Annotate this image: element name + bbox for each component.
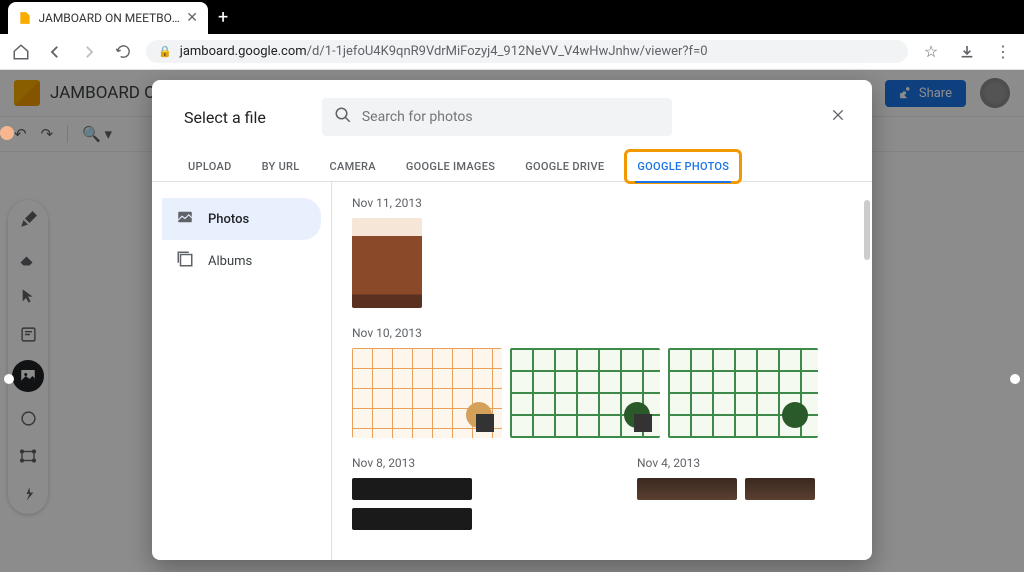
annotation-dot xyxy=(0,126,14,140)
search-icon xyxy=(334,106,352,128)
modal-title: Select a file xyxy=(184,108,266,127)
tab-google-images[interactable]: GOOGLE IMAGES xyxy=(404,152,497,181)
modal-sidebar: Photos Albums xyxy=(152,182,332,560)
photo-thumbnail[interactable] xyxy=(637,478,737,500)
photo-grid[interactable]: Nov 11, 2013 Nov 10, 2013 Nov 8, xyxy=(332,182,872,560)
tab-by-url[interactable]: BY URL xyxy=(260,152,302,181)
modal-tabs: UPLOAD BY URL CAMERA GOOGLE IMAGES GOOGL… xyxy=(152,146,872,182)
sidebar-item-photos[interactable]: Photos xyxy=(162,198,321,240)
photo-thumbnail[interactable] xyxy=(352,478,472,500)
search-field[interactable] xyxy=(322,98,672,136)
highlight-annotation: GOOGLE PHOTOS xyxy=(624,149,742,184)
jamboard-favicon-icon xyxy=(18,10,33,26)
tab-title: JAMBOARD ON MEETBOARD xyxy=(39,11,181,25)
photo-thumbnail[interactable] xyxy=(352,508,472,530)
tab-close-icon[interactable]: ✕ xyxy=(186,10,198,26)
photos-icon xyxy=(176,208,194,230)
date-header: Nov 10, 2013 xyxy=(352,326,852,340)
photo-thumbnail[interactable] xyxy=(352,218,422,308)
url-text: jamboard.google.com/d/1-1jefoU4K9qnR9Vdr… xyxy=(180,44,708,59)
photo-thumbnail[interactable] xyxy=(510,348,660,438)
scrollbar[interactable] xyxy=(864,200,870,260)
new-tab-button[interactable]: + xyxy=(218,7,228,28)
download-icon[interactable] xyxy=(956,41,978,63)
photo-thumbnail[interactable] xyxy=(745,478,815,500)
sidebar-label: Albums xyxy=(208,254,252,269)
bookmark-star-icon[interactable]: ☆ xyxy=(920,41,942,63)
browser-tab[interactable]: JAMBOARD ON MEETBOARD ✕ xyxy=(8,2,208,34)
frame-indicator-right[interactable] xyxy=(1010,374,1020,384)
photo-thumbnail[interactable] xyxy=(352,348,502,438)
date-header: Nov 4, 2013 xyxy=(637,456,852,470)
reload-icon[interactable] xyxy=(112,41,134,63)
back-icon[interactable] xyxy=(44,41,66,63)
tab-upload[interactable]: UPLOAD xyxy=(186,152,234,181)
date-header: Nov 8, 2013 xyxy=(352,456,567,470)
photo-thumbnail[interactable] xyxy=(668,348,818,438)
sidebar-label: Photos xyxy=(208,212,249,227)
albums-icon xyxy=(176,250,194,272)
search-input[interactable] xyxy=(362,109,660,125)
sidebar-item-albums[interactable]: Albums xyxy=(162,240,321,282)
file-picker-modal: Select a file UPLOAD BY URL CAMERA GOOGL… xyxy=(152,80,872,560)
close-button[interactable] xyxy=(830,107,846,127)
forward-icon[interactable] xyxy=(78,41,100,63)
tab-google-drive[interactable]: GOOGLE DRIVE xyxy=(523,152,606,181)
lock-icon: 🔒 xyxy=(158,45,172,58)
browser-address-bar: 🔒 jamboard.google.com/d/1-1jefoU4K9qnR9V… xyxy=(0,34,1024,70)
kebab-menu-icon[interactable]: ⋮ xyxy=(992,41,1014,63)
url-input[interactable]: 🔒 jamboard.google.com/d/1-1jefoU4K9qnR9V… xyxy=(146,40,908,63)
tab-google-photos[interactable]: GOOGLE PHOTOS xyxy=(635,152,731,183)
date-header: Nov 11, 2013 xyxy=(352,196,852,210)
browser-tab-bar: JAMBOARD ON MEETBOARD ✕ + xyxy=(0,0,1024,34)
frame-indicator-left[interactable] xyxy=(4,374,14,384)
home-icon[interactable] xyxy=(10,41,32,63)
tab-camera[interactable]: CAMERA xyxy=(328,152,378,181)
